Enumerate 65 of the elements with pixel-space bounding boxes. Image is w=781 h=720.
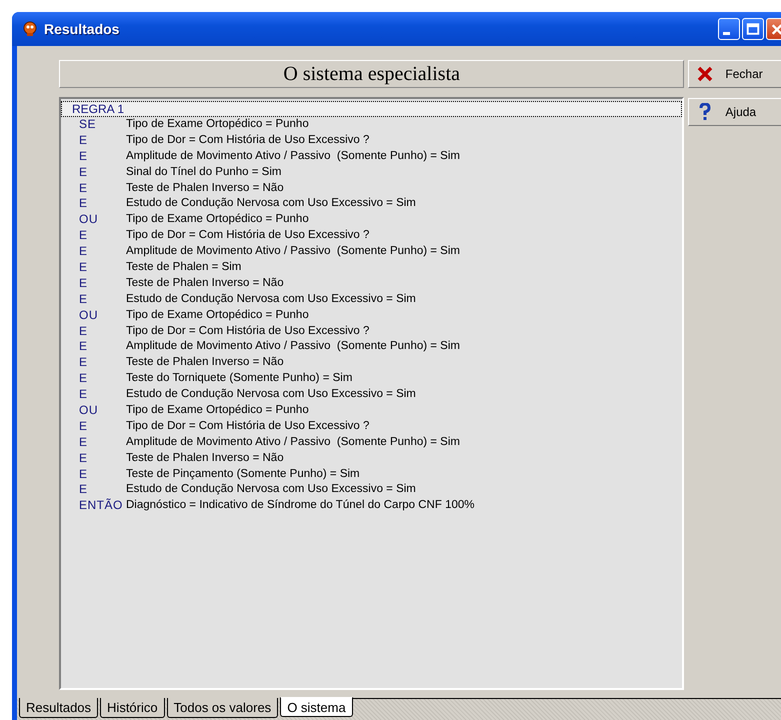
rule-condition: Tipo de Dor = Com História de Uso Excessivo ? — [126, 228, 370, 244]
rule-keyword: E — [78, 292, 89, 308]
tab[interactable]: Todos os valores — [166, 698, 278, 718]
rule-keyword: E — [78, 276, 89, 292]
rule-keyword: E — [78, 339, 89, 356]
rule-condition: Tipo de Dor = Com História de Uso Excessivo ? — [126, 324, 370, 339]
rule-keyword: E — [78, 434, 89, 451]
maximize-button[interactable] — [742, 18, 764, 40]
rule-keyword: E — [78, 260, 89, 276]
rule-keyword: ENTÃO — [78, 498, 124, 514]
help-button[interactable]: Ajuda — [688, 98, 781, 126]
rule-condition: Teste de Phalen Inverso = Não — [126, 355, 284, 370]
rule-keyword: E — [78, 164, 89, 181]
rule-condition: Amplitude de Movimento Ativo / Passivo (Somente Punho) = Sim — [126, 434, 460, 450]
rule-header[interactable]: REGRA 1 — [61, 101, 682, 117]
rule-condition: Amplitude de Movimento Ativo / Passivo (Somente Punho) = Sim — [126, 339, 460, 354]
rule-keyword: E — [78, 418, 89, 435]
close-dialog-button[interactable]: Fechar — [688, 60, 781, 88]
rule-keyword: E — [78, 148, 89, 165]
rule-condition: Tipo de Dor = Com História de Uso Excessivo ? — [126, 132, 370, 148]
rule-condition: Estudo de Condução Nervosa com Uso Excessivo = Sim — [126, 196, 416, 212]
tab[interactable]: Resultados — [19, 698, 98, 718]
rule-condition: Teste de Phalen Inverso = Não — [126, 180, 284, 196]
rule-keyword: E — [78, 244, 89, 260]
rule-condition: Estudo de Condução Nervosa com Uso Excessivo = Sim — [126, 387, 416, 402]
rule-condition: Tipo de Exame Ortopédico = Punho — [126, 403, 309, 418]
rule-condition: Teste de Phalen = Sim — [126, 260, 242, 276]
rule-condition: Tipo de Dor = Com História de Uso Excessivo ? — [126, 418, 370, 434]
rule-condition: Amplitude de Movimento Ativo / Passivo (Somente Punho) = Sim — [126, 244, 460, 260]
rule-condition: Sinal do Tínel do Punho = Sim — [126, 164, 282, 180]
rule-condition: Teste do Torniquete (Somente Punho) = Sim — [126, 371, 352, 386]
minimize-icon — [722, 32, 730, 34]
rule-condition: Estudo de Condução Nervosa com Uso Excessivo = Sim — [126, 292, 416, 307]
rule-condition: Teste de Pinçamento (Somente Punho) = Sim — [126, 466, 360, 482]
rule-condition: Amplitude de Movimento Ativo / Passivo (Somente Punho) = Sim — [126, 148, 460, 164]
tab[interactable]: O sistema — [280, 697, 353, 717]
close-icon — [697, 66, 714, 82]
minimize-button[interactable] — [718, 18, 740, 40]
rule-keyword: SE — [78, 117, 98, 133]
rule-keyword: E — [78, 450, 89, 467]
rule-keyword: E — [78, 180, 89, 196]
rule-keyword: E — [78, 371, 89, 388]
rule-keyword: E — [78, 466, 89, 482]
rule-keyword: OU — [78, 212, 99, 228]
rule-condition: Tipo de Exame Ortopédico = Punho — [126, 212, 309, 228]
tab[interactable]: Histórico — [100, 698, 165, 718]
rule-condition: Tipo de Exame Ortopédico = Punho — [126, 117, 309, 132]
rule-condition: Tipo de Exame Ortopédico = Punho — [126, 308, 309, 323]
rule-keyword: E — [78, 387, 89, 404]
rule-keyword: E — [78, 132, 89, 149]
rule-keyword: E — [78, 355, 89, 372]
rule-keyword: E — [78, 482, 89, 498]
window-title: Resultados — [44, 21, 120, 37]
rule-condition: Estudo de Condução Nervosa com Uso Excessivo = Sim — [126, 482, 416, 498]
rule-keyword: OU — [78, 403, 99, 419]
rule-condition: Teste de Phalen Inverso = Não — [126, 450, 284, 466]
rule-keyword: OU — [78, 308, 99, 324]
app-icon — [22, 21, 38, 37]
rule-keyword: E — [78, 324, 89, 340]
question-mark-icon — [697, 103, 714, 121]
rule-keyword: E — [78, 228, 89, 244]
rule-condition: Diagnóstico = Indicativo de Síndrome do Túnel do Carpo CNF 100% — [126, 498, 474, 514]
rule-condition: Teste de Phalen Inverso = Não — [126, 276, 284, 291]
panel-heading: O sistema especialista — [59, 60, 684, 88]
rule-keyword: E — [78, 196, 89, 212]
